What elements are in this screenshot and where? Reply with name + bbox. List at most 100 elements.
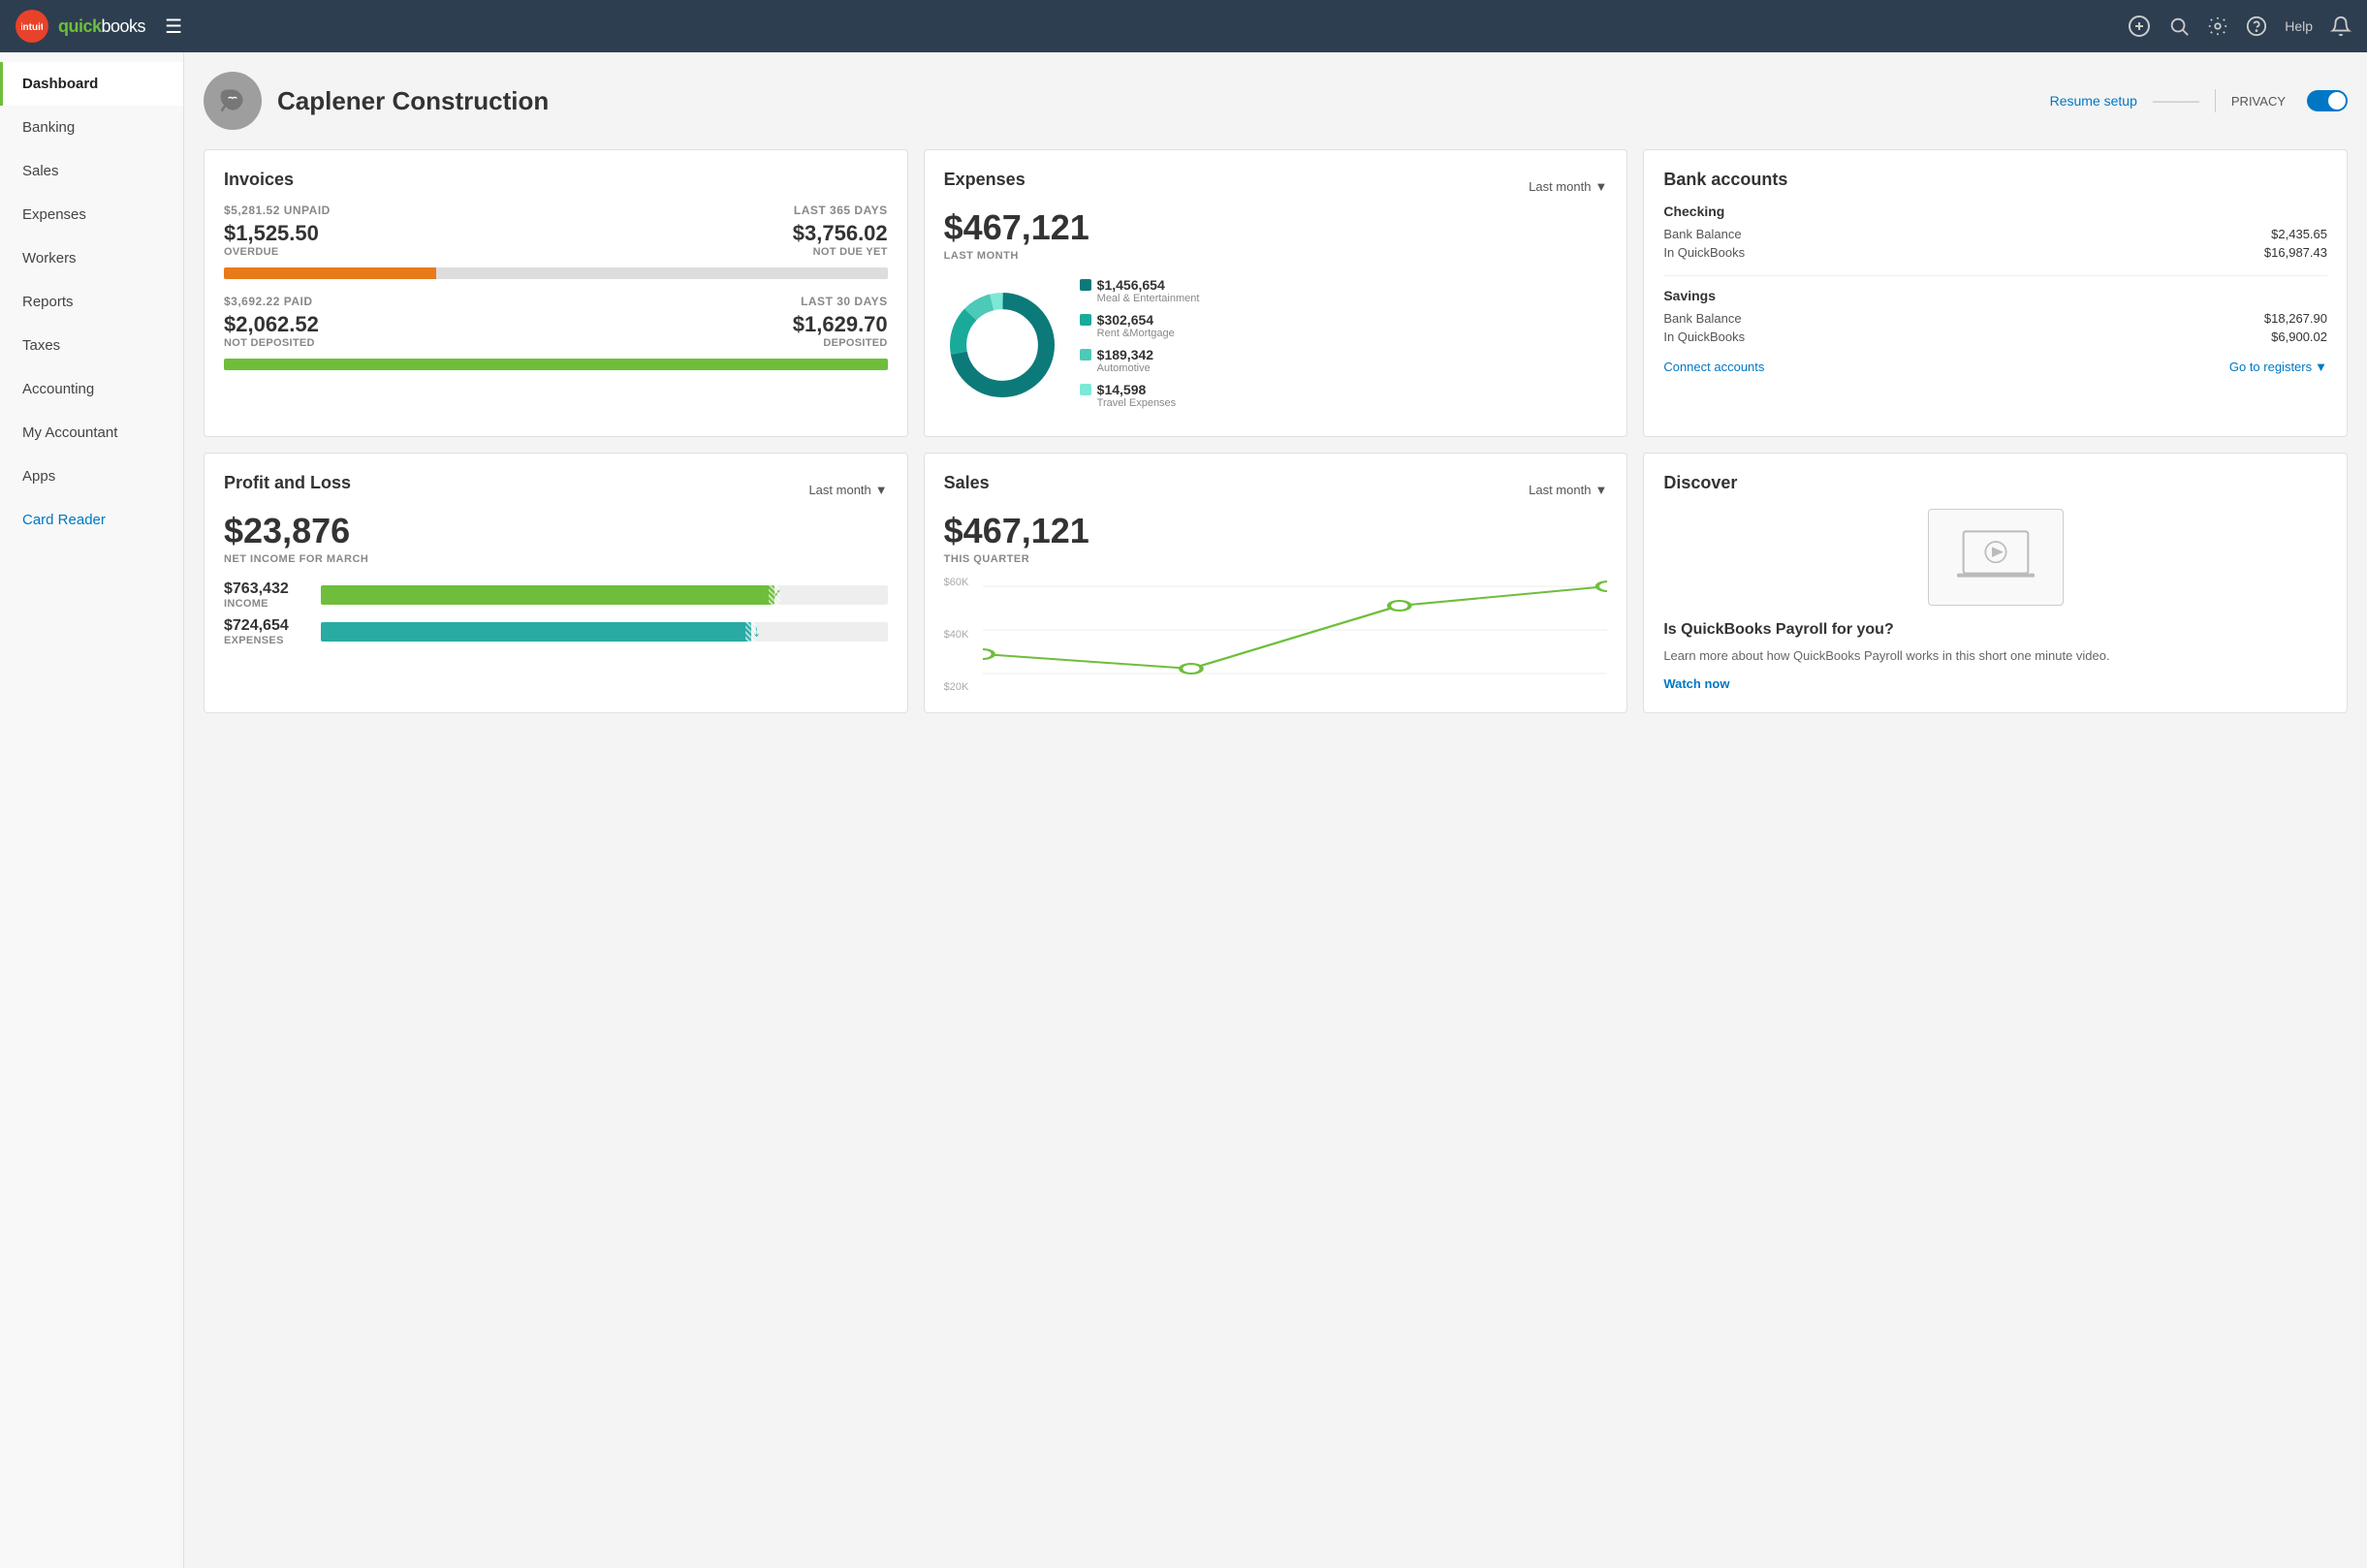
sidebar-item-banking[interactable]: Banking bbox=[0, 106, 183, 149]
expenses-bar-track: ↓ bbox=[321, 622, 888, 642]
company-left: Caplener Construction bbox=[204, 72, 549, 130]
sidebar-item-card-reader[interactable]: Card Reader bbox=[0, 498, 183, 542]
sales-period-selector[interactable]: Last month ▼ bbox=[1529, 483, 1607, 497]
pl-period-selector[interactable]: Last month ▼ bbox=[808, 483, 887, 497]
expenses-bar-row: $724,654 EXPENSES ↓ bbox=[224, 617, 888, 646]
add-button[interactable] bbox=[2128, 15, 2151, 38]
expenses-legend: $1,456,654 Meal & Entertainment $302,654… bbox=[1080, 277, 1608, 417]
checking-qb-balance-value: $16,987.43 bbox=[2264, 245, 2327, 260]
sidebar: Dashboard Banking Sales Expenses Workers… bbox=[0, 52, 184, 1568]
company-name: Caplener Construction bbox=[277, 86, 549, 116]
paid-progress-bar bbox=[224, 359, 888, 370]
sidebar-item-accounting[interactable]: Accounting bbox=[0, 367, 183, 411]
savings-bank-balance-value: $18,267.90 bbox=[2264, 311, 2327, 326]
watch-now-link[interactable]: Watch now bbox=[1663, 676, 1729, 691]
legend-item-travel: $14,598 Travel Expenses bbox=[1080, 382, 1608, 409]
expenses-amount-pl: $724,654 bbox=[224, 617, 311, 635]
privacy-label: PRIVACY bbox=[2231, 94, 2286, 109]
paid-label: $3,692.22 PAID bbox=[224, 295, 313, 308]
discover-card: Discover Is QuickBooks Payroll for you? … bbox=[1643, 453, 2348, 713]
bank-accounts-card: Bank accounts Checking Bank Balance $2,4… bbox=[1643, 149, 2348, 437]
unpaid-progress-bar bbox=[224, 267, 888, 279]
sidebar-item-expenses[interactable]: Expenses bbox=[0, 193, 183, 236]
resume-setup-link[interactable]: Resume setup bbox=[2050, 93, 2137, 109]
video-thumbnail[interactable] bbox=[1928, 509, 2064, 606]
sidebar-item-apps[interactable]: Apps bbox=[0, 455, 183, 498]
bank-section-savings: Savings Bank Balance $18,267.90 In Quick… bbox=[1663, 288, 2327, 344]
app-layout: Dashboard Banking Sales Expenses Workers… bbox=[0, 52, 2367, 1568]
savings-qb-balance-row: In QuickBooks $6,900.02 bbox=[1663, 329, 2327, 344]
help-circle-button[interactable] bbox=[2246, 16, 2267, 37]
company-right: Resume setup ———— PRIVACY bbox=[2050, 89, 2348, 112]
chevron-down-icon-sales: ▼ bbox=[1594, 483, 1607, 497]
legend-item-meal: $1,456,654 Meal & Entertainment bbox=[1080, 277, 1608, 304]
savings-bank-balance-label: Bank Balance bbox=[1663, 311, 1741, 326]
sales-title: Sales bbox=[944, 473, 990, 493]
discover-description: Learn more about how QuickBooks Payroll … bbox=[1663, 646, 2327, 666]
in-qb-label: In QuickBooks bbox=[1663, 245, 1745, 260]
svg-text:intuit: intuit bbox=[21, 22, 43, 33]
invoices-card: Invoices $5,281.52 UNPAID LAST 365 DAYS … bbox=[204, 149, 908, 437]
legend-dot-auto bbox=[1080, 349, 1091, 361]
bell-button[interactable] bbox=[2330, 16, 2351, 37]
income-bar-fill: ✓ bbox=[321, 585, 774, 605]
legend-label-meal: Meal & Entertainment bbox=[1097, 293, 1200, 304]
expenses-header: Expenses Last month ▼ bbox=[944, 170, 1608, 204]
help-label: Help bbox=[2285, 18, 2313, 34]
main-content: Caplener Construction Resume setup ———— … bbox=[184, 52, 2367, 1568]
sidebar-item-my-accountant[interactable]: My Accountant bbox=[0, 411, 183, 455]
chart-y-labels: $60K $40K $20K bbox=[944, 577, 983, 693]
bank-section-checking: Checking Bank Balance $2,435.65 In Quick… bbox=[1663, 204, 2327, 260]
sidebar-item-dashboard[interactable]: Dashboard bbox=[0, 62, 183, 106]
not-due-label: NOT DUE YET bbox=[793, 246, 888, 258]
legend-label-rent: Rent &Mortgage bbox=[1097, 328, 1175, 339]
income-label: INCOME bbox=[224, 598, 311, 610]
connect-accounts-link[interactable]: Connect accounts bbox=[1663, 360, 1764, 374]
expenses-body: $1,456,654 Meal & Entertainment $302,654… bbox=[944, 277, 1608, 417]
sales-sub-label: THIS QUARTER bbox=[944, 553, 1608, 565]
chevron-down-icon-pl: ▼ bbox=[875, 483, 888, 497]
discover-subtitle: Is QuickBooks Payroll for you? bbox=[1663, 621, 2327, 639]
checking-bank-balance-row: Bank Balance $2,435.65 bbox=[1663, 227, 2327, 241]
legend-item-rent: $302,654 Rent &Mortgage bbox=[1080, 312, 1608, 339]
invoices-title: Invoices bbox=[224, 170, 888, 190]
divider bbox=[2215, 89, 2216, 112]
pl-title: Profit and Loss bbox=[224, 473, 351, 493]
expenses-period-selector[interactable]: Last month ▼ bbox=[1529, 179, 1607, 194]
legend-label-travel: Travel Expenses bbox=[1097, 397, 1177, 409]
chart-label-20k: $20K bbox=[944, 681, 983, 693]
sales-card: Sales Last month ▼ $467,121 THIS QUARTER… bbox=[924, 453, 1628, 713]
sidebar-item-sales[interactable]: Sales bbox=[0, 149, 183, 193]
income-amount: $763,432 bbox=[224, 580, 311, 598]
sidebar-item-taxes[interactable]: Taxes bbox=[0, 324, 183, 367]
laptop-icon bbox=[1957, 523, 2035, 591]
checking-qb-balance-row: In QuickBooks $16,987.43 bbox=[1663, 245, 2327, 260]
search-button[interactable] bbox=[2168, 16, 2190, 37]
savings-qb-balance-value: $6,900.02 bbox=[2271, 329, 2327, 344]
logo-text: quickbooks bbox=[58, 16, 145, 37]
expenses-amount: $467,121 bbox=[944, 207, 1608, 248]
dashboard-grid: Invoices $5,281.52 UNPAID LAST 365 DAYS … bbox=[204, 149, 2348, 713]
overdue-label: OVERDUE bbox=[224, 246, 319, 258]
intuit-logo-icon: intuit bbox=[16, 10, 48, 43]
overdue-amount: $1,525.50 bbox=[224, 221, 319, 246]
savings-qb-label: In QuickBooks bbox=[1663, 329, 1745, 344]
go-to-registers-link[interactable]: Go to registers ▼ bbox=[2229, 360, 2327, 374]
checking-bank-balance-value: $2,435.65 bbox=[2271, 227, 2327, 241]
chevron-down-icon: ▼ bbox=[1594, 179, 1607, 194]
hamburger-button[interactable]: ☰ bbox=[165, 15, 182, 39]
legend-amount-meal: $1,456,654 bbox=[1097, 277, 1200, 293]
settings-button[interactable] bbox=[2207, 16, 2228, 37]
sales-header: Sales Last month ▼ bbox=[944, 473, 1608, 507]
sidebar-item-reports[interactable]: Reports bbox=[0, 280, 183, 324]
not-deposited-label: NOT DEPOSITED bbox=[224, 337, 319, 349]
pl-header: Profit and Loss Last month ▼ bbox=[224, 473, 888, 507]
deposited-label: DEPOSITED bbox=[793, 337, 888, 349]
savings-bank-balance-row: Bank Balance $18,267.90 bbox=[1663, 311, 2327, 326]
bank-accounts-title: Bank accounts bbox=[1663, 170, 2327, 190]
sidebar-item-workers[interactable]: Workers bbox=[0, 236, 183, 280]
pl-sub-label: NET INCOME FOR MARCH bbox=[224, 553, 888, 565]
privacy-toggle[interactable] bbox=[2307, 90, 2348, 111]
unpaid-label: $5,281.52 UNPAID bbox=[224, 204, 331, 217]
donut-chart bbox=[944, 287, 1060, 408]
